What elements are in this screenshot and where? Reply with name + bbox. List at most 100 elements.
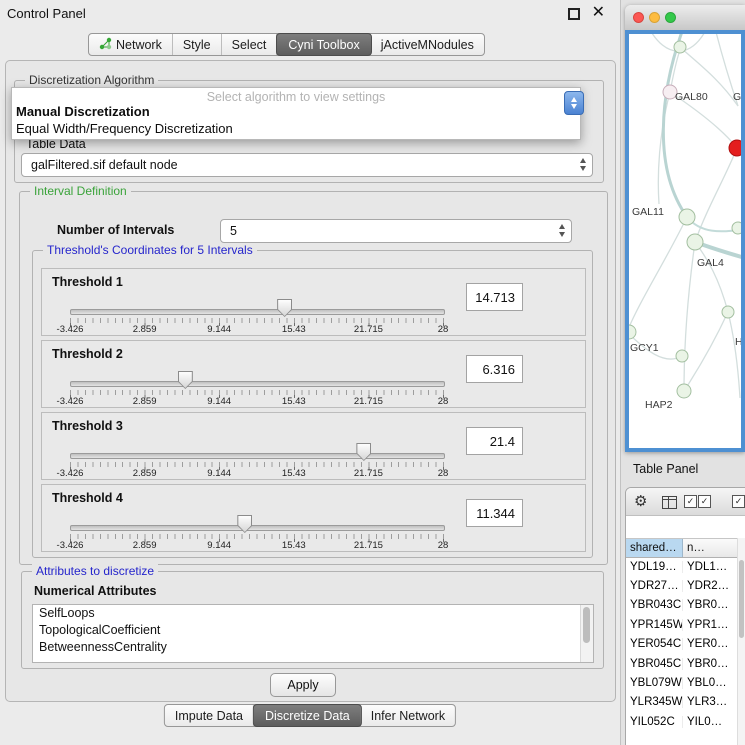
tab-infer-network[interactable]: Infer Network (361, 705, 455, 726)
tab-select[interactable]: Select (222, 34, 278, 55)
network-window-titlebar[interactable] (625, 5, 745, 31)
network-node[interactable] (676, 350, 688, 362)
numerical-attributes-list[interactable]: SelfLoops TopologicalCoefficient Between… (32, 604, 594, 663)
column-header-name[interactable]: n… (683, 539, 738, 557)
attribute-list-item[interactable]: BetweennessCentrality (33, 639, 593, 656)
shared-name-cell[interactable]: YIL052C (626, 716, 683, 728)
name-cell[interactable]: YBR0… (683, 599, 738, 611)
function-icon[interactable]: ✓ (732, 495, 745, 508)
tab-jactivemnodules[interactable]: jActiveMNodules (371, 34, 484, 55)
table-toolbar: ⚙ ✓ ✓ ✓ (626, 488, 745, 516)
minimize-traffic-light[interactable] (649, 12, 660, 23)
network-node[interactable] (732, 222, 741, 234)
network-edge (663, 34, 687, 217)
network-node[interactable] (674, 41, 686, 53)
table-row[interactable]: YBR043C YBR0… (626, 596, 738, 615)
table-row[interactable]: YLR345W YLR3… (626, 693, 738, 712)
name-cell[interactable]: YPR1… (683, 619, 738, 631)
name-cell[interactable]: YBR0… (683, 658, 738, 670)
list-scrollbar-thumb[interactable] (583, 607, 590, 643)
zoom-traffic-light[interactable] (665, 12, 676, 23)
dropdown-option-equal-width[interactable]: Equal Width/Frequency Discretization (16, 121, 233, 136)
slider-track[interactable] (70, 381, 445, 387)
select-none-check-icon[interactable]: ✓ (698, 495, 711, 508)
table-data-combobox[interactable]: galFiltered.sif default node (21, 153, 593, 177)
combobox-arrows-icon (580, 158, 586, 171)
shared-name-cell[interactable]: YLR345W (626, 696, 683, 708)
table-header-row: shared… n… (626, 538, 738, 558)
table-row[interactable]: YBL079W YBL0… (626, 673, 738, 692)
network-canvas[interactable]: GAL80 GA GAL11 GAL4 GCY1 HAP2 H (625, 30, 745, 452)
shared-name-cell[interactable]: YBL079W (626, 677, 683, 689)
tab-label: jActiveMNodules (381, 38, 474, 52)
tab-style[interactable]: Style (173, 34, 222, 55)
network-icon (99, 37, 112, 53)
shared-name-cell[interactable]: YBR043C (626, 599, 683, 611)
num-intervals-combobox[interactable]: 5 (220, 219, 572, 243)
table-row[interactable]: YDL19… YDL1… (626, 557, 738, 576)
name-cell[interactable]: YER0… (683, 638, 738, 650)
column-header-shared-name[interactable]: shared… (626, 539, 683, 557)
select-all-check-icon[interactable]: ✓ (684, 495, 697, 508)
list-scrollbar[interactable] (580, 605, 593, 662)
float-window-icon[interactable] (568, 8, 580, 20)
threshold-value-field[interactable]: 6.316 (466, 355, 523, 383)
columns-icon[interactable] (662, 496, 677, 509)
network-node[interactable] (677, 384, 691, 398)
desktop: Control Panel ✕ Network Style Select Cyn… (0, 0, 745, 745)
network-edge (629, 217, 687, 332)
network-node[interactable] (722, 306, 734, 318)
window-title: Control Panel (7, 6, 86, 21)
tab-discretize-data[interactable]: Discretize Data (253, 704, 362, 727)
close-traffic-light[interactable] (633, 12, 644, 23)
tab-cyni-toolbox[interactable]: Cyni Toolbox (276, 33, 371, 56)
close-icon[interactable]: ✕ (592, 2, 605, 22)
apply-button[interactable]: Apply (270, 673, 336, 697)
shared-name-cell[interactable]: YER054C (626, 638, 683, 650)
shared-name-cell[interactable]: YPR145W (626, 619, 683, 631)
algorithm-combobox-arrow-button[interactable] (564, 91, 584, 115)
shared-name-cell[interactable]: YBR045C (626, 658, 683, 670)
num-intervals-label: Number of Intervals (57, 223, 174, 237)
table-row[interactable]: YDR27… YDR2… (626, 576, 738, 595)
threshold-value-field[interactable]: 14.713 (466, 283, 523, 311)
slider-minor-ticks (70, 318, 444, 323)
slider-track[interactable] (70, 453, 445, 459)
threshold-value-field[interactable]: 21.4 (466, 427, 523, 455)
name-cell[interactable]: YIL0… (683, 716, 738, 728)
network-node[interactable] (679, 209, 695, 225)
threshold-value-field[interactable]: 11.344 (466, 499, 523, 527)
slider-minor-ticks (70, 462, 444, 467)
network-node-selected[interactable] (729, 140, 741, 156)
tab-label: Impute Data (175, 709, 243, 723)
slider-minor-ticks (70, 390, 444, 395)
shared-name-cell[interactable]: YDL19… (626, 561, 683, 573)
table-row[interactable]: YIL052C YIL0… (626, 712, 738, 731)
network-edge (728, 312, 740, 398)
slider-track[interactable] (70, 309, 445, 315)
dropdown-option-manual-discretization[interactable]: Manual Discretization (16, 104, 150, 119)
gear-icon[interactable]: ⚙ (634, 492, 647, 510)
table-row[interactable]: YBR045C YBR0… (626, 654, 738, 673)
numerical-attributes-label: Numerical Attributes (34, 584, 156, 598)
table-scrollbar-thumb[interactable] (739, 560, 744, 638)
name-cell[interactable]: YBL0… (683, 677, 738, 689)
table-scrollbar[interactable] (737, 538, 745, 745)
name-cell[interactable]: YDR2… (683, 580, 738, 592)
table-row[interactable]: YPR145W YPR1… (626, 615, 738, 634)
tab-impute-data[interactable]: Impute Data (165, 705, 254, 726)
shared-name-cell[interactable]: YDR27… (626, 580, 683, 592)
attribute-list-item[interactable]: SelfLoops (33, 605, 593, 622)
table-panel-window: ⚙ ✓ ✓ ✓ shared… n… YDL19… YDL1… YDR27… Y… (625, 487, 745, 745)
network-node[interactable] (629, 325, 636, 339)
network-node[interactable] (687, 234, 703, 250)
table-row[interactable]: YER054C YER0… (626, 635, 738, 654)
tab-label: Discretize Data (265, 709, 350, 723)
tab-network[interactable]: Network (89, 34, 173, 55)
name-cell[interactable]: YDL1… (683, 561, 738, 573)
attribute-list-item[interactable]: TopologicalCoefficient (33, 622, 593, 639)
network-edge (684, 312, 728, 391)
slider-track[interactable] (70, 525, 445, 531)
name-cell[interactable]: YLR3… (683, 696, 738, 708)
algorithm-dropdown-popup: Select algorithm to view settings Manual… (11, 87, 581, 140)
